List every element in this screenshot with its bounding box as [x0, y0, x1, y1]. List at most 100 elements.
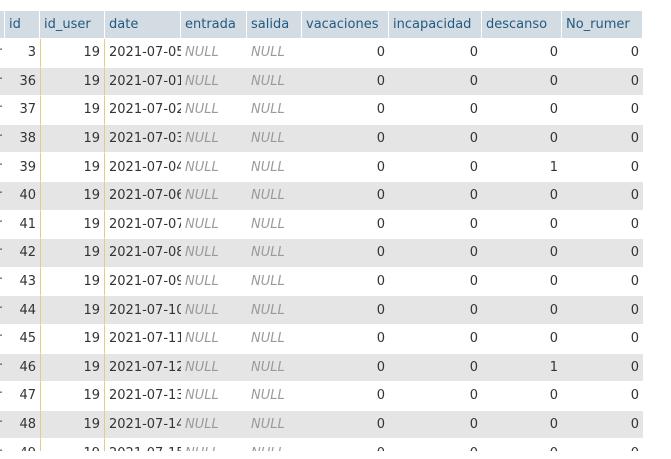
cell-salida: NULL: [247, 353, 302, 383]
cell-descanso: 0: [482, 267, 562, 297]
cell-id: 48: [5, 410, 40, 440]
cell-vacaciones: 0: [302, 181, 389, 211]
table-row[interactable]: r46192021-07-12NULLNULL0010: [0, 353, 643, 383]
cell-entrada: NULL: [181, 153, 247, 182]
column-header-entrada[interactable]: entrada: [181, 11, 247, 39]
cell-date: 2021-07-04: [105, 153, 181, 182]
table-row[interactable]: r42192021-07-08NULLNULL0000: [0, 239, 643, 268]
column-header-incapacidad[interactable]: incapacidad: [389, 11, 482, 39]
cell-no-rumer: 0: [562, 181, 643, 211]
column-header-vacaciones[interactable]: vacaciones: [302, 11, 389, 39]
cell-id: 47: [5, 382, 40, 411]
cell-entrada: NULL: [181, 210, 247, 240]
cell-salida: NULL: [247, 410, 302, 440]
cell-entrada: NULL: [181, 353, 247, 383]
table-row[interactable]: r37192021-07-02NULLNULL0000: [0, 96, 643, 125]
cell-vacaciones: 0: [302, 410, 389, 440]
cell-id: 45: [5, 324, 40, 354]
cell-descanso: 0: [482, 181, 562, 211]
bottom-edge: [0, 451, 671, 459]
cell-id-user: 19: [40, 296, 105, 325]
cell-no-rumer: 0: [562, 39, 643, 68]
cell-id-user: 19: [40, 210, 105, 240]
cell-id-user: 19: [40, 324, 105, 354]
table-row[interactable]: r44192021-07-10NULLNULL0000: [0, 296, 643, 325]
cell-no-rumer: 0: [562, 382, 643, 411]
cell-vacaciones: 0: [302, 210, 389, 240]
cell-no-rumer: 0: [562, 210, 643, 240]
cell-id-user: 19: [40, 181, 105, 211]
column-header-id-user[interactable]: id_user: [40, 11, 105, 39]
cell-salida: NULL: [247, 124, 302, 154]
cell-incapacidad: 0: [389, 239, 482, 268]
table-row[interactable]: r43192021-07-09NULLNULL0000: [0, 267, 643, 297]
cell-vacaciones: 0: [302, 124, 389, 154]
cell-date: 2021-07-05: [105, 39, 181, 68]
cell-no-rumer: 0: [562, 239, 643, 268]
cell-vacaciones: 0: [302, 153, 389, 182]
cell-incapacidad: 0: [389, 210, 482, 240]
cell-id-user: 19: [40, 67, 105, 97]
cell-incapacidad: 0: [389, 410, 482, 440]
cell-id-user: 19: [40, 382, 105, 411]
cell-descanso: 0: [482, 96, 562, 125]
cell-entrada: NULL: [181, 181, 247, 211]
table-row[interactable]: r39192021-07-04NULLNULL0010: [0, 153, 643, 182]
cell-salida: NULL: [247, 296, 302, 325]
table-body: r3192021-07-05NULLNULL0000r36192021-07-0…: [0, 39, 643, 459]
cell-id: 41: [5, 210, 40, 240]
cell-date: 2021-07-03: [105, 124, 181, 154]
cell-date: 2021-07-08: [105, 239, 181, 268]
cell-entrada: NULL: [181, 382, 247, 411]
cell-salida: NULL: [247, 382, 302, 411]
cell-salida: NULL: [247, 181, 302, 211]
column-header-id[interactable]: id: [5, 11, 40, 39]
cell-descanso: 0: [482, 124, 562, 154]
cell-entrada: NULL: [181, 39, 247, 68]
cell-incapacidad: 0: [389, 353, 482, 383]
cell-id: 36: [5, 67, 40, 97]
cell-id-user: 19: [40, 39, 105, 68]
cell-date: 2021-07-10: [105, 296, 181, 325]
cell-descanso: 0: [482, 39, 562, 68]
table-row[interactable]: r45192021-07-11NULLNULL0000: [0, 324, 643, 354]
cell-id-user: 19: [40, 239, 105, 268]
cell-salida: NULL: [247, 239, 302, 268]
table-row[interactable]: r38192021-07-03NULLNULL0000: [0, 124, 643, 154]
cell-vacaciones: 0: [302, 353, 389, 383]
cell-incapacidad: 0: [389, 324, 482, 354]
column-header-date[interactable]: date: [105, 11, 181, 39]
cell-id: 44: [5, 296, 40, 325]
table-row[interactable]: r41192021-07-07NULLNULL0000: [0, 210, 643, 240]
cell-date: 2021-07-06: [105, 181, 181, 211]
column-header-salida[interactable]: salida: [247, 11, 302, 39]
cell-descanso: 0: [482, 210, 562, 240]
cell-id: 42: [5, 239, 40, 268]
cell-vacaciones: 0: [302, 324, 389, 354]
cell-date: 2021-07-13: [105, 382, 181, 411]
cell-incapacidad: 0: [389, 382, 482, 411]
table-row[interactable]: r3192021-07-05NULLNULL0000: [0, 39, 643, 68]
cell-no-rumer: 0: [562, 67, 643, 97]
cell-incapacidad: 0: [389, 181, 482, 211]
cell-no-rumer: 0: [562, 296, 643, 325]
column-header-descanso[interactable]: descanso: [482, 11, 562, 39]
cell-id: 37: [5, 96, 40, 125]
table-row[interactable]: r40192021-07-06NULLNULL0000: [0, 181, 643, 211]
table-row[interactable]: r47192021-07-13NULLNULL0000: [0, 382, 643, 411]
cell-id: 3: [5, 39, 40, 68]
cell-vacaciones: 0: [302, 39, 389, 68]
cell-entrada: NULL: [181, 124, 247, 154]
cell-entrada: NULL: [181, 96, 247, 125]
header-row: id id_user date entrada salida vacacione…: [0, 11, 643, 39]
query-results-viewport: id id_user date entrada salida vacacione…: [0, 0, 671, 459]
column-header-no-rumer[interactable]: No_rumer: [562, 11, 643, 39]
cell-descanso: 1: [482, 353, 562, 383]
cell-salida: NULL: [247, 210, 302, 240]
cell-no-rumer: 0: [562, 353, 643, 383]
table-row[interactable]: r48192021-07-14NULLNULL0000: [0, 410, 643, 440]
table-row[interactable]: r36192021-07-01NULLNULL0000: [0, 67, 643, 97]
table-header: id id_user date entrada salida vacacione…: [0, 11, 643, 39]
cell-id: 46: [5, 353, 40, 383]
cell-descanso: 0: [482, 324, 562, 354]
